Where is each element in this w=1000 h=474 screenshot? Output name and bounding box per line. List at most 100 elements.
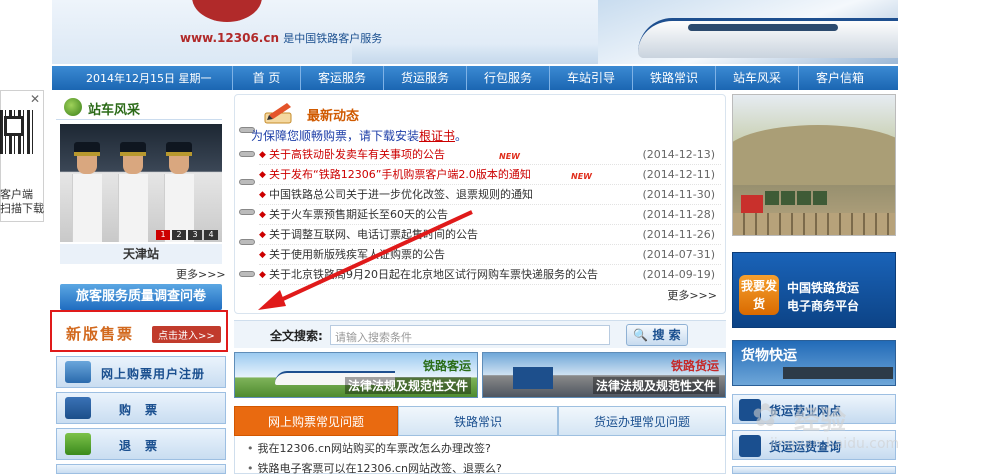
news-item-date: (2014-12-13) (642, 148, 715, 161)
freight-outlet-button[interactable]: 货运营业网点 (732, 394, 896, 424)
main-nav: 2014年12月15日 星期一 首 页 客运服务 货运服务 行包服务 车站引导 … (52, 66, 898, 90)
station-style-title: 站车风采 (88, 103, 141, 118)
freight-car (765, 191, 779, 205)
face-shape (77, 156, 97, 174)
express-freight-banner[interactable]: 货物快运 (732, 340, 896, 386)
ship-goods-button[interactable]: 我要发货 (739, 275, 779, 315)
header-decoration (352, 44, 602, 64)
binder-ring (239, 179, 255, 185)
search-button[interactable]: 🔍 搜 索 (626, 324, 688, 346)
cargo-title-line2: 电子商务平台 (787, 299, 860, 313)
nav-item-style[interactable]: 站车风采 (715, 66, 798, 90)
faq-item-text[interactable]: 我在12306.cn网站购买的车票改怎么办理改签? (258, 442, 491, 455)
faq-tabs: 网上购票常见问题 铁路常识 货运办理常见问题 (234, 406, 726, 436)
freight-law-banner[interactable]: 铁路货运 法律法规及规范性文件 (482, 352, 726, 398)
news-more-link[interactable]: 更多>>> (667, 287, 717, 303)
photo-pager: 1 2 3 4 (154, 230, 218, 240)
freight-outlet-label: 货运营业网点 (769, 404, 842, 418)
bullet-icon: ◆ (259, 190, 266, 200)
cert-notice-text: 为保障您顺畅购票，请下载安装 (251, 129, 420, 143)
faq-item-text[interactable]: 铁路电子客票可以在12306.cn网站改签、退票么? (258, 462, 502, 474)
calculator-icon (739, 435, 761, 457)
news-item-date: (2014-11-28) (642, 208, 715, 221)
locomotive-shape (513, 367, 553, 389)
faq-list: • 我在12306.cn网站购买的车票改怎么办理改签? • 铁路电子客票可以在123… (234, 436, 726, 474)
uniform-shape (72, 174, 102, 242)
news-item-date: (2014-11-26) (642, 228, 715, 241)
annotation-arrow-icon (258, 210, 473, 310)
nav-item-station-guide[interactable]: 车站引导 (549, 66, 632, 90)
tab-railway-knowledge[interactable]: 铁路常识 (398, 406, 558, 436)
freight-banner-tag: 铁路货运 (670, 359, 719, 373)
phone-icon (739, 399, 761, 421)
root-cert-link[interactable]: 根证书 (419, 129, 455, 143)
news-item[interactable]: ◆ 关于发布“铁路12306”手机购票客户端2.0版本的通知 NEW (2014… (259, 165, 721, 185)
next-right-button[interactable] (732, 466, 896, 474)
nav-item-knowledge[interactable]: 铁路常识 (632, 66, 715, 90)
station-style-header: 站车风采 (56, 94, 222, 120)
train-shape (783, 367, 893, 379)
new-badge-icon: NEW (571, 172, 592, 181)
passenger-banner-sub: 法律法规及规范性文件 (344, 377, 471, 394)
tab-online-ticket-faq[interactable]: 网上购票常见问题 (234, 406, 398, 436)
qr-caption-2: 扫描下载 (0, 202, 44, 215)
nav-item-passenger[interactable]: 客运服务 (300, 66, 383, 90)
buy-ticket-button[interactable]: 购票 (56, 392, 226, 424)
train-window (688, 24, 838, 31)
right-column: 我要发货 中国铁路货运 电子商务平台 货物快运 货运营业网点 货运运费查询 (732, 94, 896, 474)
photo-caption: 天津站 (60, 244, 222, 264)
nav-item-home[interactable]: 首 页 (232, 66, 300, 90)
new-sale-label: 新版售票 (66, 325, 135, 343)
uniform-shape (118, 174, 148, 242)
bridge-shape (733, 213, 895, 235)
photo-tab-4[interactable]: 4 (204, 230, 218, 240)
station-more-link[interactable]: 更多>>> (176, 266, 226, 282)
photo-tab-3[interactable]: 3 (188, 230, 202, 240)
new-sale-enter-button[interactable]: 点击进入>> (152, 326, 221, 343)
news-item-title[interactable]: 关于发布“铁路12306”手机购票客户端2.0版本的通知 (269, 165, 531, 185)
passenger-law-banner[interactable]: 铁路客运 法律法规及规范性文件 (234, 352, 478, 398)
search-input[interactable]: 请输入搜索条件 (330, 325, 610, 345)
mountain-shape (733, 125, 895, 185)
bullet-icon: • (247, 462, 254, 474)
faq-item[interactable]: • 我在12306.cn网站购买的车票改怎么办理改签? (247, 440, 491, 456)
freight-car (781, 191, 795, 205)
cargo-ecommerce-banner[interactable]: 我要发货 中国铁路货运 电子商务平台 (732, 252, 896, 328)
photo-tab-1[interactable]: 1 (156, 230, 170, 240)
next-side-button[interactable] (56, 464, 226, 474)
refund-ticket-label: 退票 (119, 439, 172, 453)
freight-fee-button[interactable]: 货运运费查询 (732, 430, 896, 460)
news-item[interactable]: ◆ 关于高铁动卧发卖车有关事项的公告 NEW (2014-12-13) (259, 145, 721, 165)
high-speed-train-image (598, 0, 898, 64)
return-arrow-icon (65, 433, 91, 455)
tab-freight-faq[interactable]: 货运办理常见问题 (558, 406, 726, 436)
bullet-icon: • (247, 442, 254, 455)
faq-item[interactable]: • 铁路电子客票可以在12306.cn网站改签、退票么? (247, 460, 502, 474)
freight-banner-sub: 法律法规及规范性文件 (592, 377, 719, 394)
railway-logo (192, 0, 262, 22)
locomotive-shape (741, 195, 763, 213)
nav-item-luggage[interactable]: 行包服务 (466, 66, 549, 90)
new-badge-icon: NEW (499, 152, 520, 161)
register-button[interactable]: 网上购票用户注册 (56, 356, 226, 388)
close-icon[interactable]: ✕ (28, 92, 42, 106)
news-item-date: (2014-12-11) (642, 168, 715, 181)
news-item-title[interactable]: 中国铁路总公司关于进一步优化改签、退票规则的通知 (269, 185, 533, 205)
photo-tab-2[interactable]: 2 (172, 230, 186, 240)
search-button-label: 搜 索 (652, 328, 681, 342)
new-sale-entry[interactable]: 新版售票 点击进入>> (50, 310, 228, 352)
left-column: 站车风采 1 2 3 4 天津站 更多>>> 旅客服务质量调查问卷 新版售票 点… (50, 94, 228, 474)
survey-button[interactable]: 旅客服务质量调查问卷 (60, 284, 222, 310)
cert-notice: 为保障您顺畅购票，请下载安装根证书。 (251, 127, 467, 144)
register-label: 网上购票用户注册 (101, 367, 206, 381)
nav-date: 2014年12月15日 星期一 (86, 72, 212, 85)
nav-item-mailbox[interactable]: 客户信箱 (798, 66, 881, 90)
station-photo[interactable]: 1 2 3 4 (60, 124, 222, 242)
nav-item-freight[interactable]: 货运服务 (383, 66, 466, 90)
news-item-title[interactable]: 关于高铁动卧发卖车有关事项的公告 (269, 145, 445, 165)
cargo-title-line1: 中国铁路货运 (787, 281, 860, 295)
search-icon: 🔍 (633, 328, 649, 342)
news-title: 最新动态 (307, 109, 360, 124)
news-item[interactable]: ◆ 中国铁路总公司关于进一步优化改签、退票规则的通知 (2014-11-30) (259, 185, 721, 205)
refund-ticket-button[interactable]: 退票 (56, 428, 226, 460)
